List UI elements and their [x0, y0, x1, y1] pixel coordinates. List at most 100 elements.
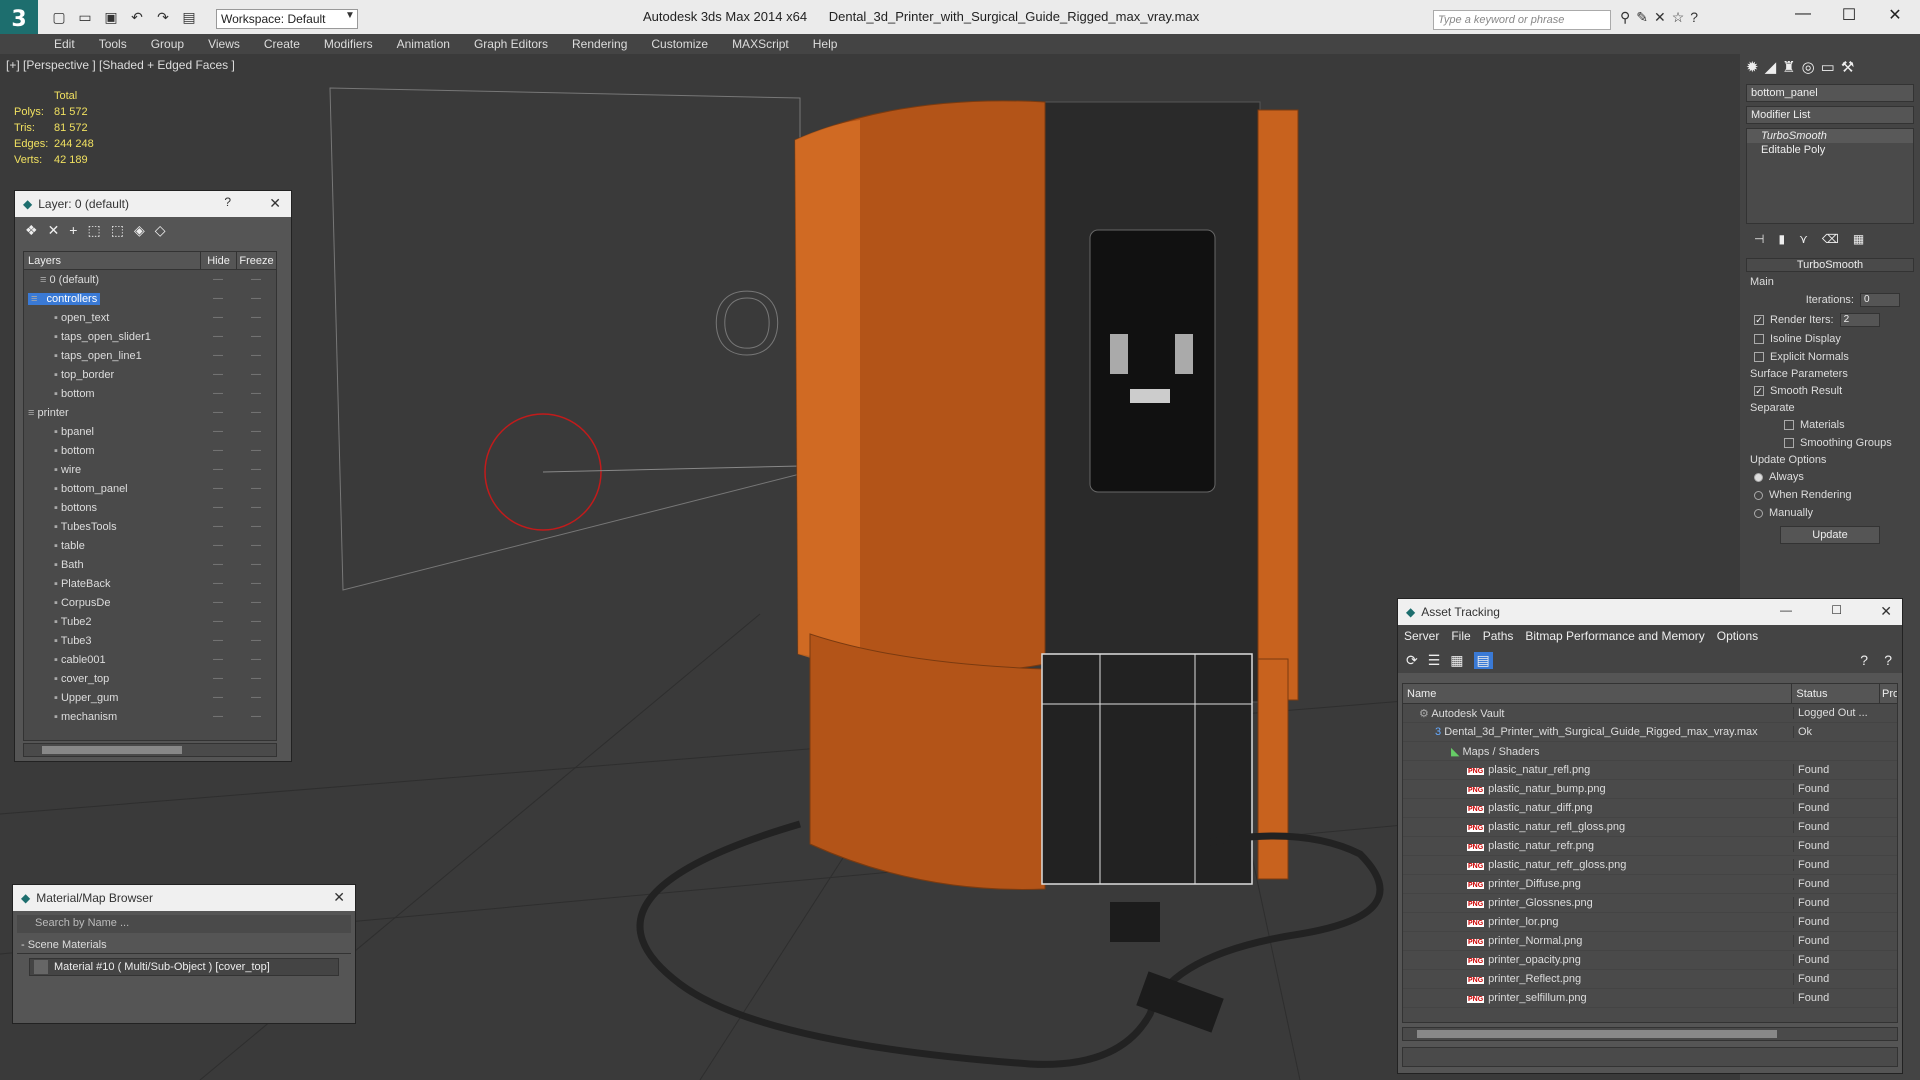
maximize-icon[interactable]: ☐ [1831, 603, 1842, 617]
hide-toggle[interactable]: — [200, 559, 236, 570]
asset-scrollbar[interactable] [1402, 1027, 1898, 1041]
layer-row[interactable]: ▪ bottons — — [24, 498, 276, 517]
hide-toggle[interactable]: — [200, 464, 236, 475]
asset-row[interactable]: PNG printer_opacity.png Found [1403, 951, 1897, 970]
hide-toggle[interactable]: — [200, 692, 236, 703]
freeze-toggle[interactable]: — [236, 426, 276, 437]
menu-modifiers[interactable]: Modifiers [324, 34, 373, 54]
when-rendering-radio[interactable] [1754, 490, 1763, 500]
freeze-toggle[interactable]: — [236, 692, 276, 703]
freeze-toggle[interactable]: — [236, 673, 276, 684]
freeze-toggle[interactable]: — [236, 559, 276, 570]
col-pro[interactable]: Pro [1879, 684, 1897, 703]
asset-row[interactable]: PNG plastic_natur_refl_gloss.png Found [1403, 818, 1897, 837]
asset-menu-file[interactable]: File [1451, 629, 1470, 643]
update-button[interactable]: Update [1780, 526, 1880, 544]
hide-toggle[interactable]: — [200, 274, 236, 285]
freeze-toggle[interactable]: — [236, 369, 276, 380]
maximize-icon[interactable]: ☐ [1826, 5, 1872, 25]
scene-materials-section[interactable]: - Scene Materials [17, 937, 351, 954]
freeze-toggle[interactable]: — [236, 312, 276, 323]
freeze-toggle[interactable]: — [236, 711, 276, 722]
menu-rendering[interactable]: Rendering [572, 34, 627, 54]
layer-row[interactable]: ▪ CorpusDe — — [24, 593, 276, 612]
hide-toggle[interactable]: — [200, 578, 236, 589]
hide-all-icon[interactable]: ◈ [134, 222, 145, 239]
search-input[interactable]: Type a keyword or phrase [1433, 10, 1611, 30]
close-icon[interactable]: ✕ [269, 195, 281, 212]
freeze-toggle[interactable]: — [236, 445, 276, 456]
material-item[interactable]: Material #10 ( Multi/Sub-Object ) [cover… [29, 958, 339, 976]
configure-sets-icon[interactable]: ▦ [1853, 232, 1864, 246]
layer-row[interactable]: ▪ table — — [24, 536, 276, 555]
menu-edit[interactable]: Edit [54, 34, 75, 54]
turbosmooth-rollout[interactable]: TurboSmooth [1746, 258, 1914, 272]
freeze-toggle[interactable]: — [236, 635, 276, 646]
menu-create[interactable]: Create [264, 34, 300, 54]
help-icon[interactable]: ? [1690, 9, 1698, 26]
asset-row[interactable]: PNG plastic_natur_refr.png Found [1403, 837, 1897, 856]
freeze-toggle[interactable]: — [236, 654, 276, 665]
menu-graph-editors[interactable]: Graph Editors [474, 34, 548, 54]
hide-toggle[interactable]: — [200, 540, 236, 551]
layer-scrollbar[interactable] [23, 743, 277, 757]
new-file-icon[interactable]: ▢ [48, 8, 70, 26]
project-folder-icon[interactable]: ▤ [178, 8, 200, 26]
asset-row[interactable]: PNG printer_Normal.png Found [1403, 932, 1897, 951]
undo-icon[interactable]: ↶ [126, 8, 148, 26]
layer-row[interactable]: ▪ top_border — — [24, 365, 276, 384]
hide-toggle[interactable]: — [200, 426, 236, 437]
asset-row[interactable]: PNG plasic_natur_refl.png Found [1403, 761, 1897, 780]
highlight-layer-icon[interactable]: ⬚ [111, 222, 124, 239]
layer-row[interactable]: ▪ Tube3— — [24, 631, 276, 650]
freeze-toggle[interactable]: — [236, 464, 276, 475]
show-end-result-icon[interactable]: ▮ [1778, 232, 1785, 246]
freeze-toggle[interactable]: — [236, 388, 276, 399]
iterations-spinner[interactable]: 0 [1860, 293, 1900, 307]
hide-toggle[interactable]: — [200, 502, 236, 513]
asset-row[interactable]: PNG printer_lor.png Found [1403, 913, 1897, 932]
freeze-toggle[interactable]: — [236, 578, 276, 589]
modifier-editable-poly[interactable]: Editable Poly [1747, 143, 1913, 157]
close-icon[interactable]: ✕ [1880, 603, 1892, 620]
hide-toggle[interactable]: — [200, 350, 236, 361]
render-iters-spinner[interactable]: 2 [1839, 313, 1880, 327]
layer-row[interactable]: ▪ bottom — — [24, 441, 276, 460]
col-name[interactable]: Name [1403, 684, 1791, 703]
layer-row[interactable]: ▪ bottom — — [24, 384, 276, 403]
render-iters-checkbox[interactable]: ✓ [1754, 315, 1764, 325]
table-view-icon[interactable]: ▤ [1473, 651, 1493, 669]
freeze-toggle[interactable]: — [236, 597, 276, 608]
select-objects-icon[interactable]: ⬚ [87, 222, 100, 239]
layer-row[interactable]: ≡ printer — — [24, 403, 276, 422]
hide-toggle[interactable]: — [200, 635, 236, 646]
add-to-layer-icon[interactable]: + [69, 222, 77, 238]
hide-toggle[interactable]: — [200, 388, 236, 399]
asset-status-field[interactable] [1402, 1047, 1898, 1067]
always-radio[interactable] [1754, 472, 1763, 482]
hide-toggle[interactable]: — [200, 654, 236, 665]
redo-icon[interactable]: ↷ [152, 8, 174, 26]
asset-row[interactable]: PNG plastic_natur_refr_gloss.png Found [1403, 856, 1897, 875]
minimize-icon[interactable]: — [1780, 603, 1792, 617]
open-file-icon[interactable]: ▭ [74, 8, 96, 26]
hide-toggle[interactable]: — [200, 616, 236, 627]
menu-tools[interactable]: Tools [99, 34, 127, 54]
create-tab-icon[interactable]: ✹ [1746, 58, 1759, 76]
workspace-select[interactable]: Workspace: Default [216, 9, 358, 29]
hierarchy-tab-icon[interactable]: ♜ [1782, 58, 1795, 76]
layer-row[interactable]: ≡ 0 (default) — — [24, 270, 276, 289]
asset-row[interactable]: ⚙ Autodesk Vault Logged Out ... [1403, 704, 1897, 723]
pin-stack-icon[interactable]: ⊣ [1754, 232, 1764, 246]
create-layer-icon[interactable]: ❖ [25, 222, 38, 239]
freeze-toggle[interactable]: — [236, 407, 276, 418]
modifier-list-dropdown[interactable]: Modifier List [1746, 106, 1914, 124]
asset-row[interactable]: PNG printer_Reflect.png Found [1403, 970, 1897, 989]
asset-row[interactable]: PNG printer_Diffuse.png Found [1403, 875, 1897, 894]
manually-radio[interactable] [1754, 508, 1763, 518]
freeze-toggle[interactable]: — [236, 483, 276, 494]
delete-layer-icon[interactable]: ✕ [48, 222, 60, 239]
object-name-field[interactable]: bottom_panel [1746, 84, 1914, 102]
context-help-icon[interactable]: ? [1884, 652, 1892, 668]
hide-toggle[interactable]: — [200, 312, 236, 323]
